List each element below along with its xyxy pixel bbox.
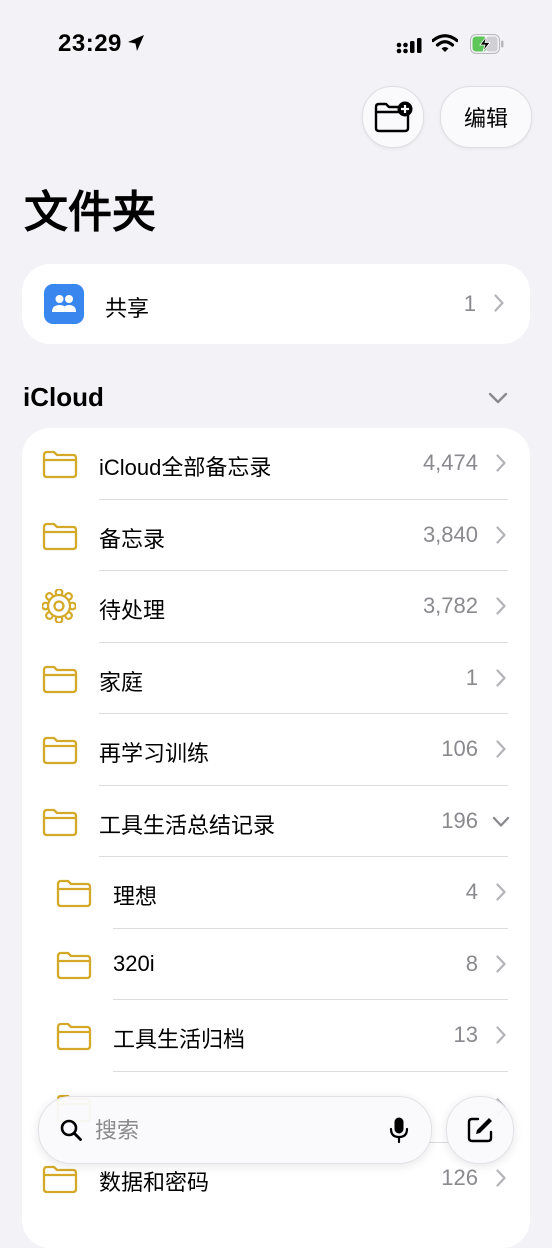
shared-count: 1 [463,291,476,316]
people-icon [44,284,84,324]
folder-count: 126 [441,1165,478,1190]
folder-count: 4 [465,879,478,904]
folder-icon [42,808,78,836]
folder-name: 待处理 [99,598,166,623]
folder-name: 理想 [113,884,158,909]
chevron-right-icon [496,954,506,973]
edit-button[interactable]: 编辑 [440,86,532,148]
folder-icon [42,736,78,765]
shared-folder-row[interactable]: 共享 1 [22,264,530,344]
chevron-right-icon [496,668,506,687]
gear-icon [42,589,76,623]
chevron-down-icon[interactable] [488,392,508,404]
folder-count: 8 [465,950,478,976]
folder-name: 备忘录 [99,526,166,552]
new-folder-icon [374,101,413,133]
folder-row[interactable]: 理想 4 [22,857,530,929]
search-icon [60,1119,82,1141]
folder-row[interactable]: 再学习训练 106 [22,714,530,786]
folder-row[interactable]: 待处理 3,782 [22,571,530,643]
compose-button[interactable] [446,1096,514,1164]
chevron-right-icon [496,454,506,472]
chevron-right-icon [496,1026,506,1044]
search-input[interactable] [93,1110,367,1152]
folder-row[interactable]: 家庭 1 [22,643,530,714]
chevron-right-icon [496,597,506,615]
folder-name: 数据和密码 [99,1170,210,1195]
folder-count: 3,840 [422,521,478,547]
wifi-icon [432,34,458,52]
folder-count: 106 [441,736,478,761]
folder-name: 工具生活总结记录 [99,812,276,838]
folder-count: 196 [441,807,478,833]
new-folder-button[interactable] [362,86,424,148]
compose-icon [467,1117,493,1143]
folder-icon [42,522,78,550]
chevron-right-icon [494,294,504,312]
folder-row[interactable]: 工具生活总结记录 196 [22,786,530,857]
folder-icon [56,1022,92,1051]
folder-icon [42,1165,78,1194]
folder-name: 工具生活归档 [113,1027,246,1052]
icloud-section-title: iCloud [23,382,104,412]
folder-row[interactable]: 备忘录 3,840 [22,500,530,571]
location-arrow-icon [128,35,144,51]
folder-count: 4,474 [422,450,478,475]
page-title: 文件夹 [24,188,156,237]
folder-name: iCloud全部备忘录 [99,455,272,480]
chevron-right-icon [496,525,506,544]
folder-count: 3,782 [422,593,478,618]
folder-count: 13 [453,1022,478,1047]
folder-row[interactable]: 工具生活归档 13 [22,1000,530,1072]
search-bar[interactable] [38,1096,432,1164]
folder-row[interactable]: 320i 8 [22,929,530,1000]
microphone-icon[interactable] [389,1116,409,1144]
status-time: 23:29 [58,30,122,57]
folder-icon [42,665,78,693]
folder-name: 320i [113,950,155,976]
folder-name: 再学习训练 [99,741,210,766]
chevron-right-icon [496,883,506,901]
chevron-down-icon[interactable] [492,816,510,828]
status-bar: 23:29 [0,0,552,90]
cellular-signal-icon [396,38,422,54]
battery-charging-icon [470,34,504,54]
folder-row[interactable]: iCloud全部备忘录 4,474 [22,428,530,500]
shared-label: 共享 [105,296,150,321]
chevron-right-icon [496,740,506,758]
chevron-right-icon [496,1169,506,1187]
folder-count: 1 [465,664,478,690]
folder-name: 家庭 [99,669,144,695]
folder-icon [56,879,92,908]
folder-icon [56,951,92,979]
folder-icon [42,450,78,479]
